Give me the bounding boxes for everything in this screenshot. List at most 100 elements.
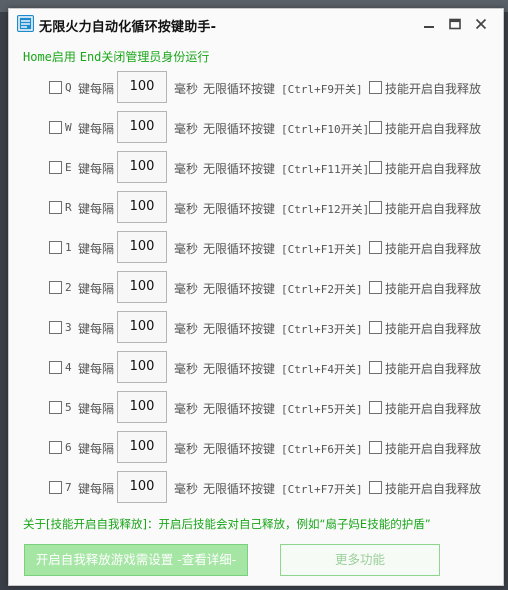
minimize-icon[interactable] (418, 13, 440, 35)
interval-input[interactable]: 100 (117, 151, 167, 183)
key-label: 2 (65, 281, 72, 294)
hotkey-label: [Ctrl+F6开关] (281, 443, 363, 456)
close-icon[interactable] (470, 13, 492, 35)
interval-label: 键每隔 (78, 202, 115, 216)
key-label: 3 (65, 321, 72, 334)
self-release-checkbox[interactable] (369, 321, 382, 334)
self-release-label: 技能开启自我释放 (385, 242, 482, 256)
loop-label: 无限循环按键 (203, 82, 276, 96)
enable-loop-checkbox[interactable] (49, 361, 62, 374)
self-release-label: 技能开启自我释放 (385, 122, 482, 136)
self-release-label: 技能开启自我释放 (385, 282, 482, 296)
key-label: W (65, 121, 72, 134)
self-release-checkbox[interactable] (369, 241, 382, 254)
main-window: 无限火力自动化循环按键助手- Home启用 End关闭管理员身份运行 Q 键每隔 1… (8, 8, 504, 586)
key-label: R (65, 201, 72, 214)
interval-label: 键每隔 (78, 482, 115, 496)
maximize-icon[interactable] (444, 13, 466, 35)
interval-input[interactable]: 100 (117, 191, 167, 223)
key-label: 4 (65, 361, 72, 374)
enable-loop-checkbox[interactable] (49, 121, 62, 134)
hotkey-label: [Ctrl+F12开关] (281, 203, 370, 216)
loop-label: 无限循环按键 (203, 402, 276, 416)
ms-label: 毫秒 (174, 202, 199, 216)
title-bar[interactable]: 无限火力自动化循环按键助手- (9, 9, 503, 39)
loop-label: 无限循环按键 (203, 282, 276, 296)
app-logo-icon (17, 15, 34, 32)
self-release-label: 技能开启自我释放 (385, 362, 482, 376)
interval-input[interactable]: 100 (117, 351, 167, 383)
self-release-checkbox[interactable] (369, 361, 382, 374)
self-release-checkbox[interactable] (369, 281, 382, 294)
self-release-checkbox[interactable] (369, 81, 382, 94)
enable-loop-checkbox[interactable] (49, 481, 62, 494)
ms-label: 毫秒 (174, 82, 199, 96)
hint-enable-label: 启用 (51, 50, 80, 64)
key-row: 5 键每隔 100 毫秒 无限循环按键 [Ctrl+F5开关] 技能开启自我释放 (9, 391, 505, 425)
key-row: 2 键每隔 100 毫秒 无限循环按键 [Ctrl+F2开关] 技能开启自我释放 (9, 271, 505, 305)
interval-input[interactable]: 100 (117, 231, 167, 263)
self-release-checkbox[interactable] (369, 401, 382, 414)
self-release-label: 技能开启自我释放 (385, 402, 482, 416)
interval-input[interactable]: 100 (117, 271, 167, 303)
loop-label: 无限循环按键 (203, 362, 276, 376)
self-release-label: 技能开启自我释放 (385, 482, 482, 496)
hotkey-label: [Ctrl+F3开关] (281, 323, 363, 336)
ms-label: 毫秒 (174, 322, 199, 336)
key-label: 7 (65, 481, 72, 494)
self-release-checkbox[interactable] (369, 201, 382, 214)
loop-label: 无限循环按键 (203, 482, 276, 496)
self-release-checkbox[interactable] (369, 161, 382, 174)
hotkey-label: [Ctrl+F2开关] (281, 283, 363, 296)
key-row: 7 键每隔 100 毫秒 无限循环按键 [Ctrl+F7开关] 技能开启自我释放 (9, 471, 505, 505)
key-label: Q (65, 81, 72, 94)
hotkey-label: [Ctrl+F10开关] (281, 123, 370, 136)
interval-input[interactable]: 100 (117, 111, 167, 143)
ms-label: 毫秒 (174, 242, 199, 256)
interval-label: 键每隔 (78, 402, 115, 416)
interval-input[interactable]: 100 (117, 431, 167, 463)
self-release-checkbox[interactable] (369, 441, 382, 454)
self-release-note: 关于[技能开启自我释放]：开启后技能会对自己释放，例如“扇子妈E技能的护盾” (23, 517, 431, 531)
hint-end-key: End (79, 50, 102, 64)
loop-label: 无限循环按键 (203, 442, 276, 456)
self-release-label: 技能开启自我释放 (385, 82, 482, 96)
enable-loop-checkbox[interactable] (49, 321, 62, 334)
enable-loop-checkbox[interactable] (49, 241, 62, 254)
key-row: 1 键每隔 100 毫秒 无限循环按键 [Ctrl+F1开关] 技能开启自我释放 (9, 231, 505, 265)
key-row: Q 键每隔 100 毫秒 无限循环按键 [Ctrl+F9开关] 技能开启自我释放 (9, 71, 505, 105)
self-release-label: 技能开启自我释放 (385, 322, 482, 336)
interval-label: 键每隔 (78, 122, 115, 136)
ms-label: 毫秒 (174, 282, 199, 296)
enable-loop-checkbox[interactable] (49, 281, 62, 294)
enable-loop-checkbox[interactable] (49, 201, 62, 214)
more-features-button[interactable]: 更多功能 (280, 544, 440, 576)
enable-loop-checkbox[interactable] (49, 441, 62, 454)
ms-label: 毫秒 (174, 162, 199, 176)
hotkey-label: [Ctrl+F5开关] (281, 403, 363, 416)
enable-loop-checkbox[interactable] (49, 81, 62, 94)
enable-loop-checkbox[interactable] (49, 161, 62, 174)
ms-label: 毫秒 (174, 402, 199, 416)
self-release-checkbox[interactable] (369, 481, 382, 494)
enable-loop-checkbox[interactable] (49, 401, 62, 414)
self-release-label: 技能开启自我释放 (385, 162, 482, 176)
hint-home-key: Home (23, 50, 52, 64)
key-label: E (65, 161, 72, 174)
ms-label: 毫秒 (174, 482, 199, 496)
interval-input[interactable]: 100 (117, 311, 167, 343)
key-label: 6 (65, 441, 72, 454)
interval-label: 键每隔 (78, 442, 115, 456)
loop-label: 无限循环按键 (203, 122, 276, 136)
interval-label: 键每隔 (78, 282, 115, 296)
window-title: 无限火力自动化循环按键助手- (39, 20, 217, 35)
self-release-checkbox[interactable] (369, 121, 382, 134)
key-row: 4 键每隔 100 毫秒 无限循环按键 [Ctrl+F4开关] 技能开启自我释放 (9, 351, 505, 385)
hotkey-label: [Ctrl+F4开关] (281, 363, 363, 376)
self-release-label: 技能开启自我释放 (385, 202, 482, 216)
interval-input[interactable]: 100 (117, 391, 167, 423)
ms-label: 毫秒 (174, 442, 199, 456)
interval-input[interactable]: 100 (117, 71, 167, 103)
self-release-settings-button[interactable]: 开启自我释放游戏需设置 -查看详细- (24, 544, 248, 576)
interval-input[interactable]: 100 (117, 471, 167, 503)
